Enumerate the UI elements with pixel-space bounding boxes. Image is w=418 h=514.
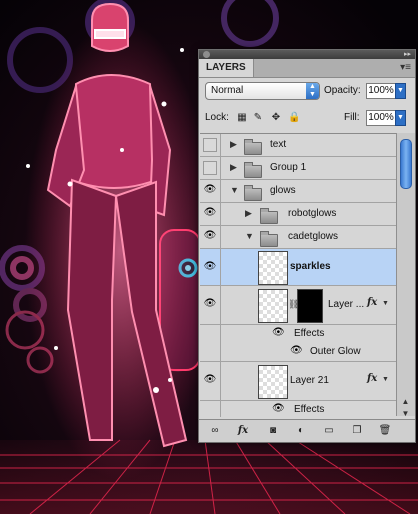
layer-thumbnail <box>258 365 288 399</box>
fx-icon[interactable]: fx <box>367 373 377 384</box>
effects-label: Effects <box>294 404 325 415</box>
layer-name: Layer ... <box>328 299 365 310</box>
expand-triangle-icon[interactable]: ▶ <box>230 139 237 150</box>
layer-row-layer-21[interactable]: 👁 Layer 21 fx ▼ <box>200 362 396 401</box>
expand-effects-icon[interactable]: ▼ <box>382 376 389 383</box>
eye-icon[interactable]: 👁 <box>203 298 217 309</box>
eye-icon[interactable]: 👁 <box>203 207 217 218</box>
adjustment-layer-icon[interactable]: ◐ <box>293 424 309 438</box>
expand-triangle-icon[interactable]: ▶ <box>230 162 237 173</box>
folder-icon <box>244 139 262 155</box>
blend-mode-value: Normal <box>211 85 244 96</box>
eye-icon[interactable]: 👁 <box>203 230 217 241</box>
collapse-triangle-icon[interactable]: ▼ <box>230 185 239 195</box>
collapse-icon[interactable]: ▸▸ <box>404 50 411 59</box>
add-style-icon[interactable]: fx <box>235 424 251 438</box>
layer-row-text[interactable]: ▶ text <box>200 134 396 157</box>
expand-triangle-icon[interactable]: ▶ <box>245 208 252 219</box>
fx-icon[interactable]: fx <box>367 297 377 308</box>
folder-icon <box>244 185 262 201</box>
panel-menu-icon[interactable]: ▾≡ <box>400 60 411 76</box>
folder-icon <box>260 208 278 224</box>
eye-icon[interactable]: 👁 <box>203 184 217 195</box>
eye-icon[interactable]: 👁 <box>272 327 285 338</box>
new-group-icon[interactable]: ▭ <box>321 424 337 438</box>
layer-list-scrollbar[interactable]: ▲ ▼ <box>396 133 415 419</box>
link-layers-icon[interactable]: ∞ <box>207 424 223 438</box>
effects-row[interactable]: 👁 Effects <box>200 325 396 343</box>
collapse-triangle-icon[interactable]: ▼ <box>245 231 254 241</box>
layer-name: glows <box>270 185 296 196</box>
layer-name: cadetglows <box>288 231 339 242</box>
tab-layers[interactable]: LAYERS <box>199 59 254 77</box>
trash-icon[interactable]: 🗑 <box>377 424 393 438</box>
layer-row-masked[interactable]: 👁 ⛓ Layer ... fx ▼ <box>200 286 396 325</box>
panel-tab-row: LAYERS ▾≡ <box>199 59 415 78</box>
opacity-input[interactable]: 100% <box>366 83 396 99</box>
effect-row-outer-glow[interactable]: 👁 Outer Glow <box>200 343 396 362</box>
layer-name: robotglows <box>288 208 337 219</box>
layer-mask-thumbnail <box>297 289 323 323</box>
panel-titlebar[interactable]: ▸▸ <box>199 50 415 59</box>
layer-name: text <box>270 139 287 150</box>
lock-paint-icon[interactable]: ✎ <box>252 112 264 124</box>
close-icon[interactable] <box>203 51 210 58</box>
select-arrows-icon: ▲ ▼ <box>306 83 319 99</box>
add-mask-icon[interactable]: ◙ <box>265 424 281 438</box>
eye-icon[interactable]: 👁 <box>272 403 285 414</box>
layer-thumbnail <box>258 289 288 323</box>
effect-name: Outer Glow <box>310 346 361 357</box>
layers-panel: ▸▸ LAYERS ▾≡ Normal ▲ ▼ Opacity: 100% ▼ L… <box>198 49 416 443</box>
expand-effects-icon[interactable]: ▼ <box>382 300 389 307</box>
eye-icon[interactable]: 👁 <box>203 374 217 385</box>
layer-name: sparkles <box>290 261 331 272</box>
fill-dropdown-icon[interactable]: ▼ <box>395 110 406 126</box>
layer-list: ▶ text ▶ Group 1 👁 ▼ glows 👁 ▶ robotglow… <box>200 133 396 417</box>
scrollbar-thumb[interactable] <box>400 139 412 189</box>
lock-label: Lock: <box>205 112 229 123</box>
panel-footer: ∞ fx ◙ ◐ ▭ ❐ 🗑 <box>199 419 415 442</box>
fill-input[interactable]: 100% <box>366 110 396 126</box>
effects-label: Effects <box>294 328 325 339</box>
lock-position-icon[interactable]: ✥ <box>270 112 282 124</box>
eye-icon[interactable]: 👁 <box>203 261 217 272</box>
eye-icon[interactable]: 👁 <box>290 345 303 356</box>
layer-name: Group 1 <box>270 162 307 173</box>
scroll-up-arrow-icon[interactable]: ▲ <box>400 397 411 407</box>
layer-name: Layer 21 <box>290 375 329 386</box>
blend-mode-select[interactable]: Normal ▲ ▼ <box>205 82 320 100</box>
opacity-label: Opacity: <box>324 85 361 96</box>
visibility-toggle-off[interactable] <box>203 161 217 175</box>
layer-row-robotglows[interactable]: 👁 ▶ robotglows <box>200 203 396 226</box>
lock-transparency-icon[interactable]: ▦ <box>236 112 248 124</box>
effects-row[interactable]: 👁 Effects <box>200 401 396 417</box>
scroll-down-arrow-icon[interactable]: ▼ <box>400 409 411 419</box>
opacity-dropdown-icon[interactable]: ▼ <box>395 83 406 99</box>
folder-icon <box>244 162 262 178</box>
new-layer-icon[interactable]: ❐ <box>349 424 365 438</box>
lock-all-icon[interactable]: 🔒 <box>288 112 300 124</box>
fill-label: Fill: <box>344 112 360 123</box>
folder-icon <box>260 231 278 247</box>
visibility-toggle-off[interactable] <box>203 138 217 152</box>
layer-row-group-1[interactable]: ▶ Group 1 <box>200 157 396 180</box>
layer-row-glows[interactable]: 👁 ▼ glows <box>200 180 396 203</box>
layer-row-cadetglows[interactable]: 👁 ▼ cadetglows <box>200 226 396 249</box>
layer-thumbnail <box>258 251 288 285</box>
layer-row-sparkles[interactable]: 👁 sparkles <box>200 249 396 286</box>
